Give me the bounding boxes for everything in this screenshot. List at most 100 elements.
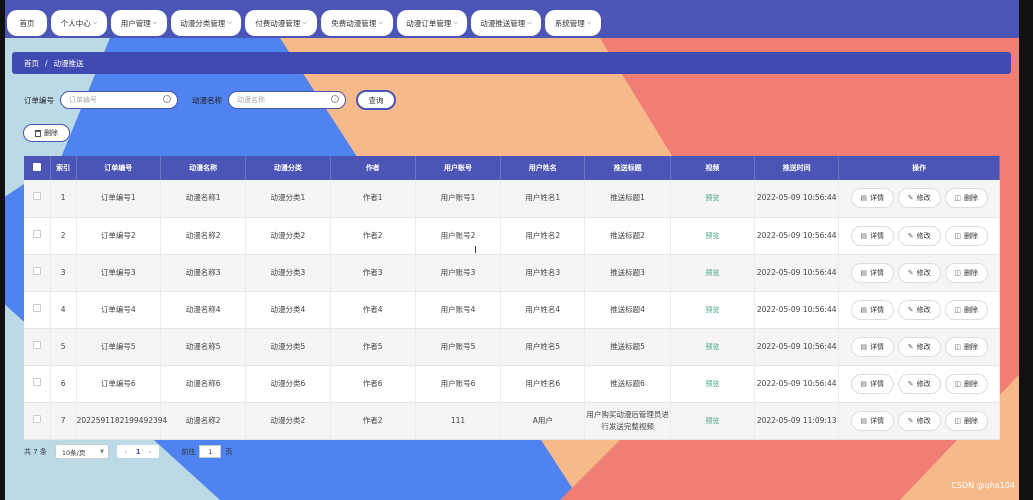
cell-select[interactable] bbox=[24, 365, 51, 403]
header-user-account: 用户账号 bbox=[415, 156, 502, 180]
delete-button[interactable]: ◫ 删除 bbox=[944, 336, 988, 357]
cell-anime-category: 动漫分类1 bbox=[245, 180, 331, 218]
header-anime-name: 动漫名称 bbox=[160, 156, 247, 180]
goto-page-input[interactable]: 1 bbox=[199, 445, 222, 458]
cell-anime-name: 动漫名称5 bbox=[160, 328, 247, 366]
batch-delete-button[interactable]: 删除 bbox=[23, 124, 70, 142]
edit-label: 修改 bbox=[916, 342, 931, 351]
delete-button[interactable]: ◫ 删除 bbox=[944, 262, 988, 283]
search-icon bbox=[331, 95, 339, 103]
breadcrumb-home[interactable]: 首页 bbox=[24, 58, 39, 69]
search-form: 订单编号 订单编号 动漫名称 动漫名称 查询 bbox=[24, 90, 396, 110]
table-row: 3 订单编号3 动漫名称3 动漫分类3 作者3 用户账号3 用户姓名3 推送标题3 预览 2022… bbox=[24, 254, 1000, 292]
nav-tab-users[interactable]: 用户管理 ⌵ bbox=[111, 10, 167, 36]
row-checkbox[interactable] bbox=[32, 266, 41, 275]
cell-video: 预览 bbox=[670, 217, 756, 255]
detail-button[interactable]: ▤ 详情 bbox=[850, 262, 894, 283]
video-preview-link[interactable]: 预览 bbox=[705, 269, 719, 277]
video-preview-link[interactable]: 预览 bbox=[705, 380, 719, 388]
edit-button[interactable]: ✎ 修改 bbox=[897, 262, 941, 283]
row-checkbox[interactable] bbox=[32, 377, 41, 386]
cell-user-name: 用户姓名5 bbox=[500, 328, 586, 366]
page-number-current[interactable]: 1 bbox=[132, 448, 145, 456]
nav-tab-anime-orders[interactable]: 动漫订单管理 ⌵ bbox=[397, 10, 467, 36]
edit-button[interactable]: ✎ 修改 bbox=[897, 373, 941, 394]
edit-label: 修改 bbox=[916, 231, 931, 240]
chevron-down-icon: ⌵ bbox=[227, 19, 232, 26]
anime-name-input[interactable]: 动漫名称 bbox=[228, 91, 346, 109]
header-anime-category: 动漫分类 bbox=[245, 156, 331, 180]
cell-user-name: 用户姓名1 bbox=[500, 180, 586, 218]
cell-select[interactable] bbox=[24, 254, 51, 292]
row-checkbox[interactable] bbox=[32, 192, 41, 201]
detail-button[interactable]: ▤ 详情 bbox=[850, 410, 894, 431]
next-page-button[interactable]: › bbox=[145, 448, 156, 456]
edit-button[interactable]: ✎ 修改 bbox=[897, 299, 941, 320]
cell-select[interactable] bbox=[24, 291, 51, 329]
detail-button[interactable]: ▤ 详情 bbox=[850, 373, 894, 394]
delete-button[interactable]: ◫ 删除 bbox=[944, 225, 988, 246]
cell-index: 4 bbox=[50, 291, 77, 329]
edit-button[interactable]: ✎ 修改 bbox=[897, 225, 941, 246]
nav-tab-home[interactable]: 首页 bbox=[7, 10, 47, 36]
video-preview-link[interactable]: 预览 bbox=[705, 306, 719, 314]
edit-label: 修改 bbox=[916, 194, 931, 203]
detail-button[interactable]: ▤ 详情 bbox=[850, 299, 894, 320]
query-button[interactable]: 查询 bbox=[356, 90, 396, 110]
select-all-checkbox[interactable] bbox=[32, 163, 41, 171]
video-preview-link[interactable]: 预览 bbox=[705, 194, 719, 202]
edit-button[interactable]: ✎ 修改 bbox=[897, 188, 941, 209]
nav-tab-profile[interactable]: 个人中心 ⌵ bbox=[51, 10, 107, 36]
nav-tab-anime-push[interactable]: 动漫推送管理 ⌵ bbox=[471, 10, 541, 36]
nav-tab-system[interactable]: 系统管理 ⌵ bbox=[545, 10, 601, 36]
cell-select[interactable] bbox=[24, 217, 51, 255]
trash-icon: ◫ bbox=[954, 268, 961, 277]
detail-button[interactable]: ▤ 详情 bbox=[850, 225, 894, 246]
row-checkbox[interactable] bbox=[32, 340, 41, 349]
page-size-select[interactable]: 10条/页 ▼ bbox=[54, 444, 109, 459]
header-select-all[interactable] bbox=[24, 156, 51, 180]
nav-tab-paid-anime[interactable]: 付费动漫管理 ⌵ bbox=[245, 10, 317, 36]
header-index: 索引 bbox=[50, 156, 77, 180]
chevron-down-icon: ⌵ bbox=[453, 19, 458, 26]
trash-icon bbox=[35, 129, 41, 137]
nav-tab-anime-category[interactable]: 动漫分类管理 ⌵ bbox=[171, 10, 241, 36]
pencil-icon: ✎ bbox=[907, 305, 914, 314]
cell-order-number: 订单编号6 bbox=[76, 365, 161, 403]
nav-tab-free-anime[interactable]: 免费动漫管理 ⌵ bbox=[321, 10, 393, 36]
video-preview-link[interactable]: 预览 bbox=[705, 232, 719, 240]
row-checkbox[interactable] bbox=[32, 229, 41, 238]
watermark: CSDN @qha104 bbox=[951, 481, 1015, 490]
document-icon: ▤ bbox=[860, 268, 867, 277]
document-icon: ▤ bbox=[860, 305, 867, 314]
row-checkbox[interactable] bbox=[32, 414, 41, 423]
cell-select[interactable] bbox=[24, 328, 51, 366]
cell-select[interactable] bbox=[24, 402, 51, 440]
delete-button[interactable]: ◫ 删除 bbox=[944, 299, 988, 320]
order-number-input[interactable]: 订单编号 bbox=[60, 91, 178, 109]
video-preview-link[interactable]: 预览 bbox=[705, 343, 719, 351]
delete-button[interactable]: ◫ 删除 bbox=[944, 373, 988, 394]
video-preview-link[interactable]: 预览 bbox=[705, 417, 719, 425]
detail-button[interactable]: ▤ 详情 bbox=[850, 188, 894, 209]
edit-button[interactable]: ✎ 修改 bbox=[897, 336, 941, 357]
edit-button[interactable]: ✎ 修改 bbox=[897, 410, 941, 431]
cell-anime-name: 动漫名称2 bbox=[160, 217, 247, 255]
table-body: 1 订单编号1 动漫名称1 动漫分类1 作者1 用户账号1 用户姓名1 推送标题1 预览 2022… bbox=[24, 180, 1000, 440]
cell-author: 作者5 bbox=[330, 328, 416, 366]
cell-select[interactable] bbox=[24, 180, 51, 218]
cell-order-number: 订单编号5 bbox=[76, 328, 161, 366]
chevron-down-icon: ⌵ bbox=[152, 19, 158, 26]
cell-push-time: 2022-05-09 10:56:44 bbox=[754, 365, 840, 403]
prev-page-button[interactable]: ‹ bbox=[121, 448, 132, 456]
delete-button[interactable]: ◫ 删除 bbox=[944, 410, 988, 431]
edit-label: 修改 bbox=[916, 268, 931, 277]
row-checkbox[interactable] bbox=[32, 303, 41, 312]
window-frame-left bbox=[0, 0, 5, 500]
total-count: 共 7 条 bbox=[24, 447, 47, 456]
delete-button[interactable]: ◫ 删除 bbox=[944, 188, 988, 209]
cell-author: 作者1 bbox=[330, 180, 416, 218]
cell-anime-category: 动漫分类6 bbox=[245, 365, 331, 403]
detail-button[interactable]: ▤ 详情 bbox=[850, 336, 894, 357]
cell-actions: ▤ 详情 ✎ 修改 ◫ 删除 bbox=[838, 180, 1000, 218]
